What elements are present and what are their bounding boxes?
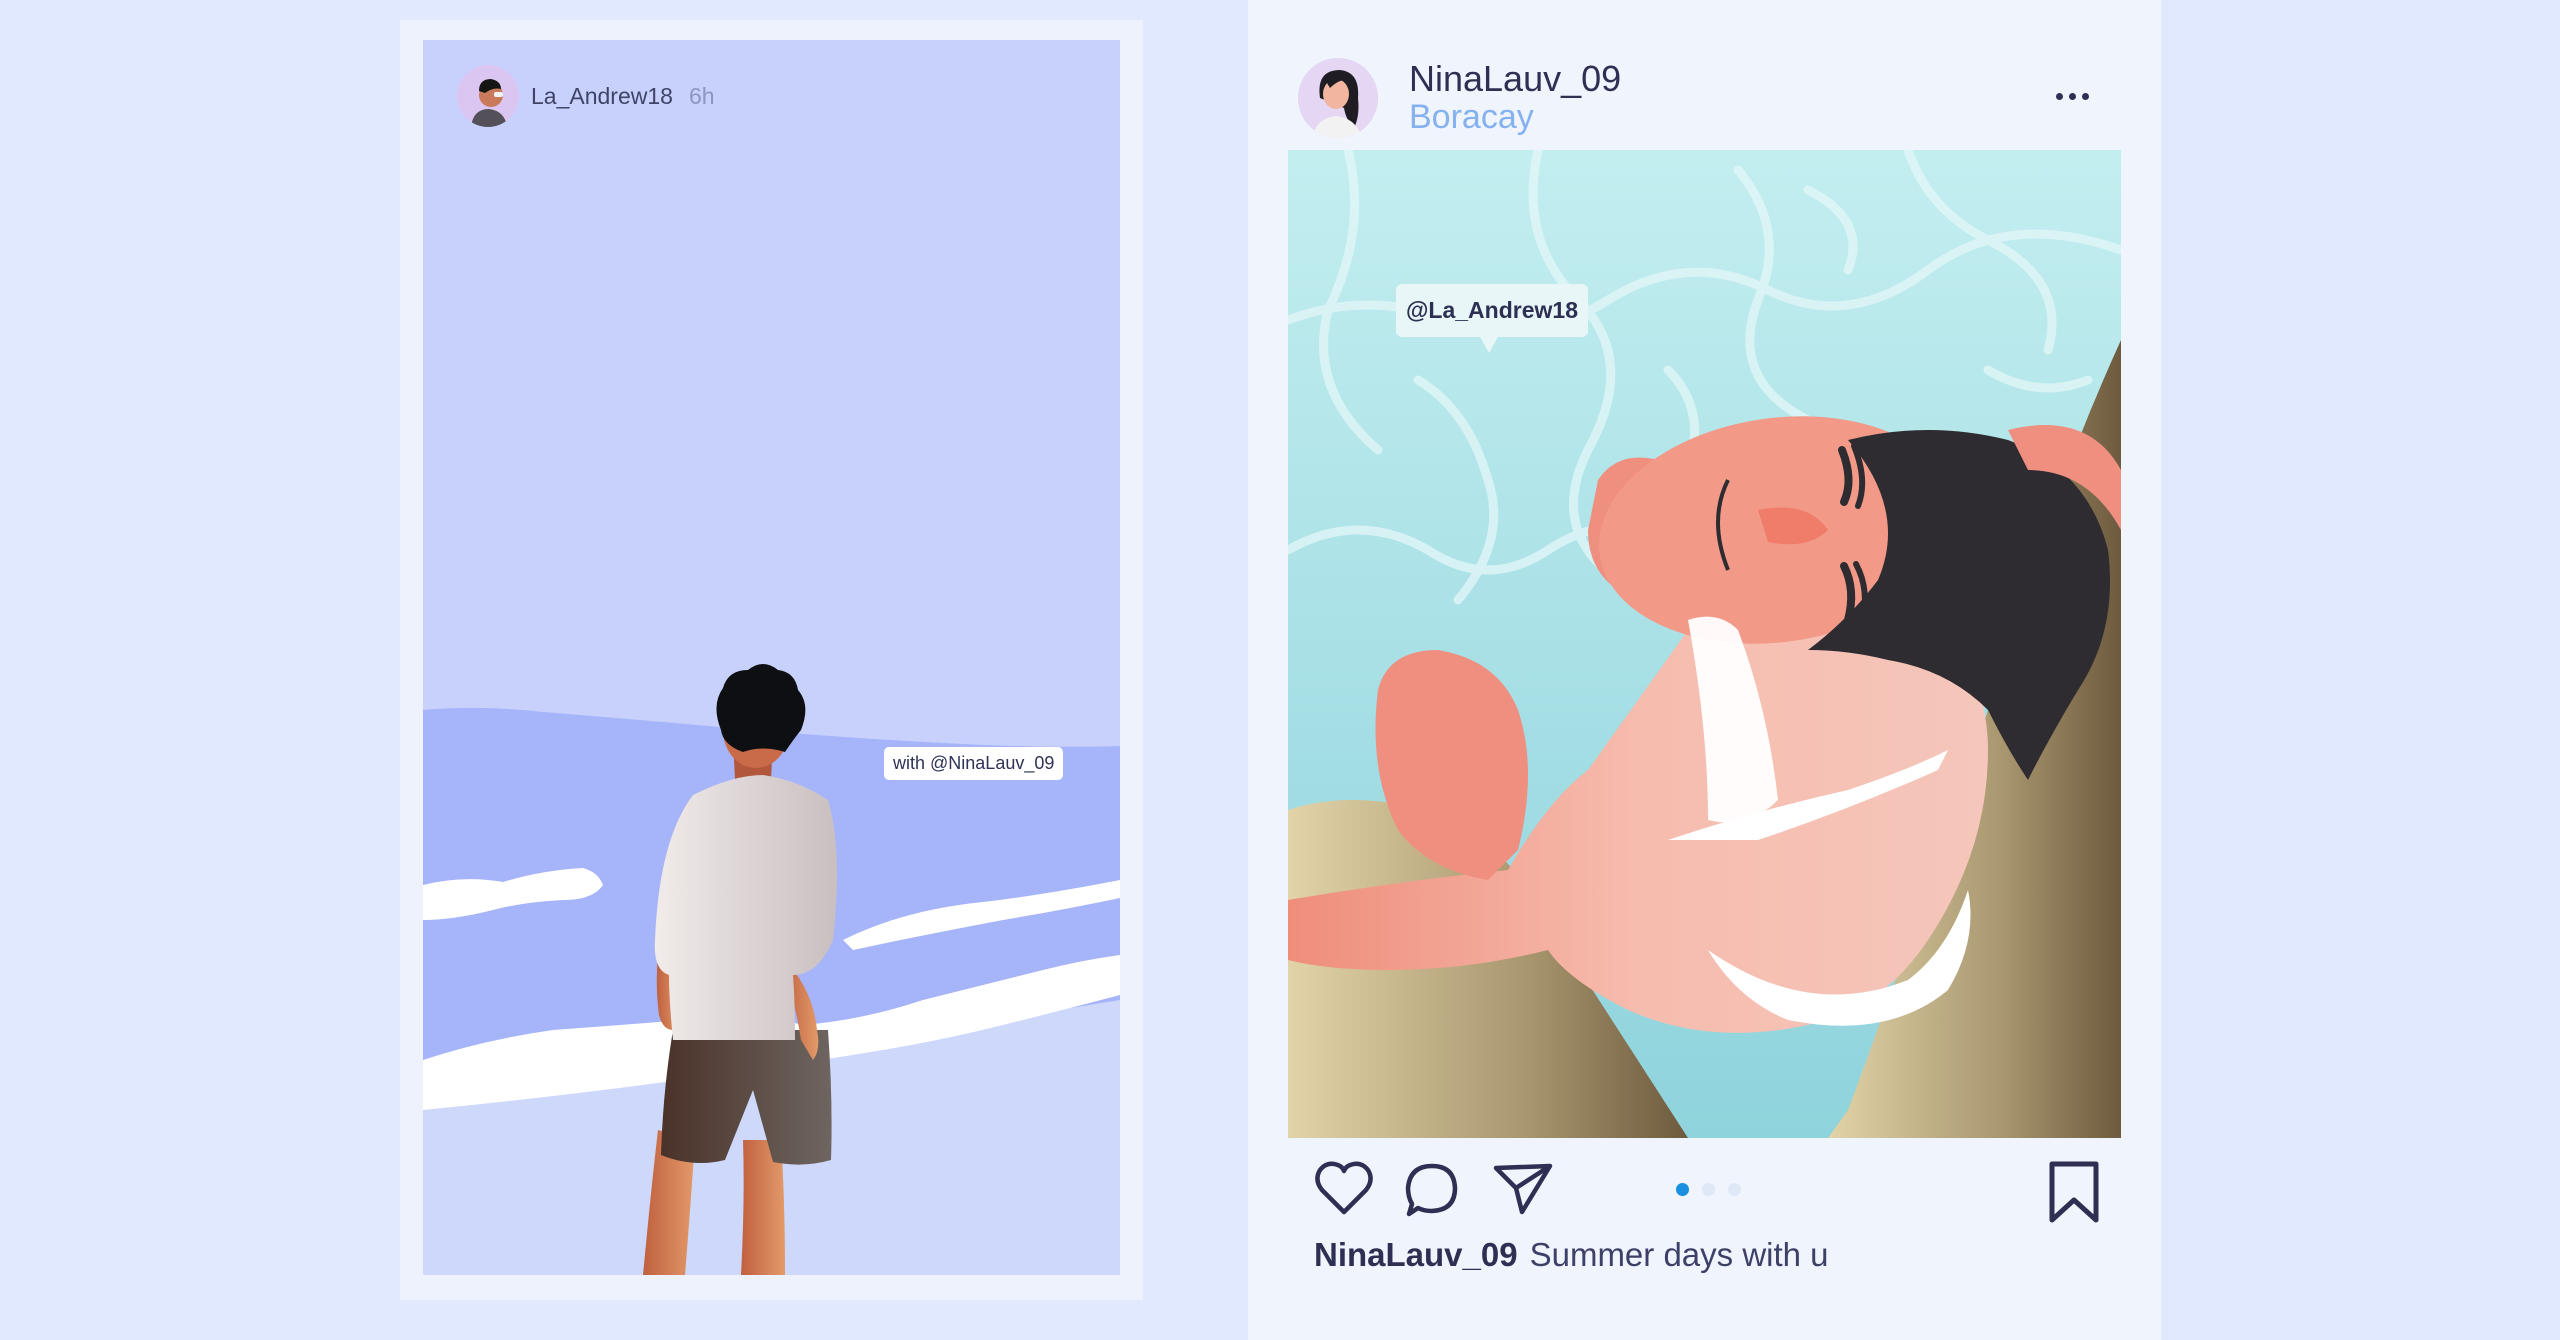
comment-button[interactable] bbox=[1402, 1160, 1462, 1220]
carousel-dot[interactable] bbox=[1728, 1183, 1741, 1196]
bookmark-icon bbox=[2049, 1161, 2099, 1223]
caption-username[interactable]: NinaLauv_09 bbox=[1314, 1236, 1518, 1273]
story-mention-tag[interactable]: with @NinaLauv_09 bbox=[884, 747, 1064, 780]
story-avatar[interactable] bbox=[457, 65, 519, 127]
beach-illustration bbox=[423, 664, 1120, 1275]
avatar-illustration bbox=[1298, 58, 1378, 138]
more-options-button[interactable] bbox=[2056, 86, 2096, 106]
like-button[interactable] bbox=[1314, 1160, 1374, 1216]
avatar-illustration bbox=[457, 65, 519, 127]
story-card[interactable]: La_Andrew18 6h with @NinaLauv_09 bbox=[400, 20, 1143, 1300]
carousel-dot[interactable] bbox=[1702, 1183, 1715, 1196]
save-button[interactable] bbox=[2048, 1160, 2102, 1224]
photo-mention-tag[interactable]: @La_Andrew18 bbox=[1396, 284, 1588, 353]
post-username[interactable]: NinaLauv_09 bbox=[1409, 58, 1621, 100]
more-horizontal-icon-dot bbox=[2082, 92, 2089, 100]
paper-plane-icon bbox=[1493, 1163, 1553, 1215]
post-location[interactable]: Boracay bbox=[1409, 98, 1534, 137]
post-card: NinaLauv_09 Boracay @La_Andrew18 NinaLau… bbox=[1248, 0, 2161, 1340]
caption-text: Summer days with u bbox=[1529, 1236, 1829, 1273]
more-horizontal-icon bbox=[2056, 92, 2063, 100]
post-image[interactable]: @La_Andrew18 bbox=[1288, 150, 2121, 1138]
carousel-dot-active[interactable] bbox=[1676, 1183, 1689, 1196]
more-horizontal-icon-dot bbox=[2069, 92, 2076, 100]
story-image[interactable]: La_Andrew18 6h with @NinaLauv_09 bbox=[423, 40, 1120, 1275]
comment-bubble-icon bbox=[1405, 1163, 1458, 1217]
story-username[interactable]: La_Andrew18 bbox=[531, 83, 673, 110]
story-header: La_Andrew18 6h bbox=[457, 64, 715, 128]
heart-icon bbox=[1315, 1161, 1373, 1215]
post-caption: NinaLauv_09 Summer days with u bbox=[1314, 1236, 1829, 1274]
share-button[interactable] bbox=[1492, 1160, 1554, 1216]
story-timestamp: 6h bbox=[688, 82, 715, 109]
carousel-indicator[interactable] bbox=[1676, 1183, 1741, 1196]
post-avatar[interactable] bbox=[1298, 58, 1378, 138]
